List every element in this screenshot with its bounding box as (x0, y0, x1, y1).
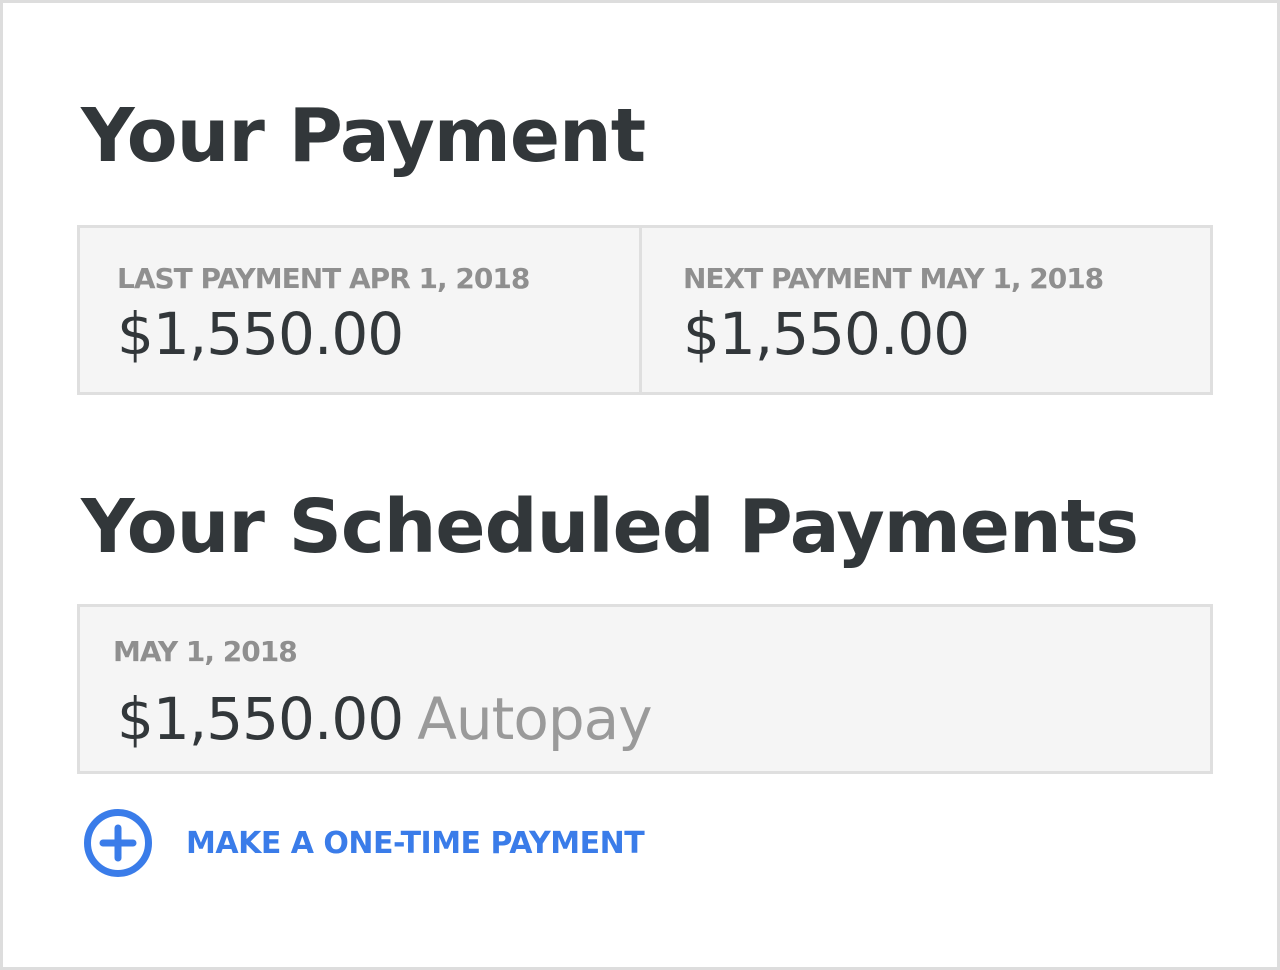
page-frame: Your Payment LAST PAYMENT APR 1, 2018 $1… (0, 0, 1280, 970)
scheduled-payment-amount: $1,550.00 (117, 685, 404, 753)
make-one-time-payment-label[interactable]: MAKE A ONE-TIME PAYMENT (186, 826, 645, 861)
scheduled-payment-method: Autopay (417, 685, 652, 753)
scheduled-payments-title: Your Scheduled Payments (81, 484, 1139, 570)
page-title: Your Payment (81, 93, 646, 179)
scheduled-payment-details: $1,550.00 Autopay (117, 685, 653, 753)
last-payment-amount: $1,550.00 (117, 300, 404, 368)
plus-circle-icon[interactable] (83, 808, 153, 878)
next-payment-panel: NEXT PAYMENT MAY 1, 2018 $1,550.00 (642, 228, 1210, 392)
last-payment-label: LAST PAYMENT APR 1, 2018 (117, 262, 530, 295)
next-payment-label: NEXT PAYMENT MAY 1, 2018 (683, 262, 1104, 295)
scheduled-payment-item: MAY 1, 2018 $1,550.00 Autopay (77, 604, 1213, 774)
payment-summary-card: LAST PAYMENT APR 1, 2018 $1,550.00 NEXT … (77, 225, 1213, 395)
last-payment-panel: LAST PAYMENT APR 1, 2018 $1,550.00 (80, 228, 642, 392)
next-payment-amount: $1,550.00 (683, 300, 970, 368)
make-one-time-payment-link[interactable]: MAKE A ONE-TIME PAYMENT (83, 808, 645, 878)
scheduled-payment-date: MAY 1, 2018 (113, 635, 298, 668)
